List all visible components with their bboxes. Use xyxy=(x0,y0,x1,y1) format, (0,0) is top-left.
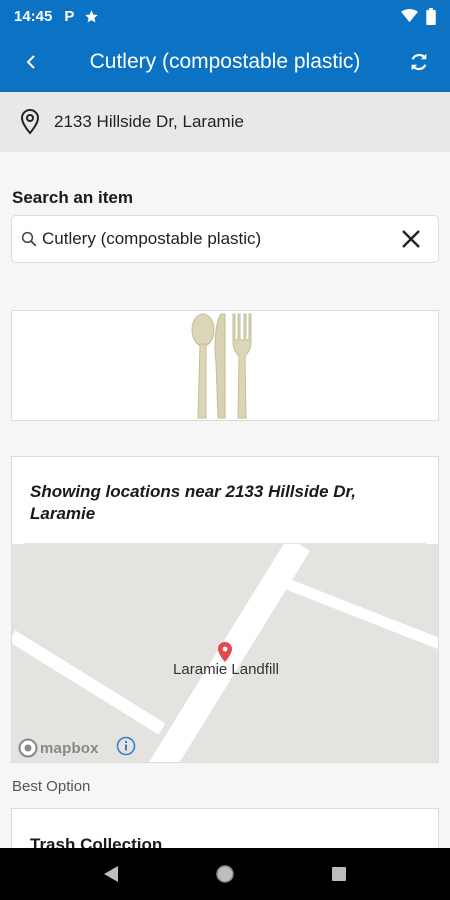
address-text: 2133 Hillside Dr, Laramie xyxy=(54,112,244,131)
app-bar: Cutlery (compostable plastic) xyxy=(0,32,450,92)
home-circle-icon[interactable] xyxy=(215,864,235,884)
search-label: Search an item xyxy=(12,188,133,207)
page-title: Cutlery (compostable plastic) xyxy=(89,50,361,73)
close-icon xyxy=(402,230,420,248)
search-icon xyxy=(21,231,37,247)
status-bar: 14:45 P xyxy=(0,0,450,32)
cutlery-icon xyxy=(191,313,252,418)
search-value: Cutlery (compostable plastic) xyxy=(42,229,262,248)
star-icon xyxy=(85,9,99,22)
back-triangle-icon[interactable] xyxy=(103,865,119,883)
parking-icon: P xyxy=(64,7,75,25)
status-time: 14:45 xyxy=(14,7,53,25)
refresh-button[interactable] xyxy=(388,32,450,92)
status-icons-right xyxy=(401,7,436,25)
mapbox-logo: mapbox xyxy=(18,738,99,758)
refresh-icon xyxy=(411,53,427,71)
back-button[interactable] xyxy=(0,32,62,92)
map-card: Showing locations near 2133 Hillside Dr,… xyxy=(11,456,439,763)
back-chevron-icon xyxy=(26,55,35,69)
system-nav-bar xyxy=(0,848,450,900)
map-heading: Showing locations near 2133 Hillside Dr,… xyxy=(30,482,356,523)
address-bar[interactable]: 2133 Hillside Dr, Laramie xyxy=(0,92,450,152)
clear-search-button[interactable] xyxy=(384,215,438,263)
mapbox-text: mapbox xyxy=(40,739,99,757)
location-marker-icon[interactable] xyxy=(218,642,232,662)
battery-icon xyxy=(426,7,436,25)
search-input[interactable]: Cutlery (compostable plastic) xyxy=(11,215,439,263)
map-marker-label: Laramie Landfill xyxy=(173,661,279,678)
recents-square-icon[interactable] xyxy=(331,866,347,882)
best-option-label: Best Option xyxy=(12,778,91,795)
location-pin-icon xyxy=(20,108,40,135)
mapbox-icon xyxy=(18,738,38,758)
item-image-card xyxy=(11,310,439,421)
map[interactable]: Laramie Landfill mapbox xyxy=(12,544,438,762)
status-icons-left: P xyxy=(64,8,99,25)
wifi-icon xyxy=(401,9,418,23)
info-icon[interactable] xyxy=(116,736,136,756)
